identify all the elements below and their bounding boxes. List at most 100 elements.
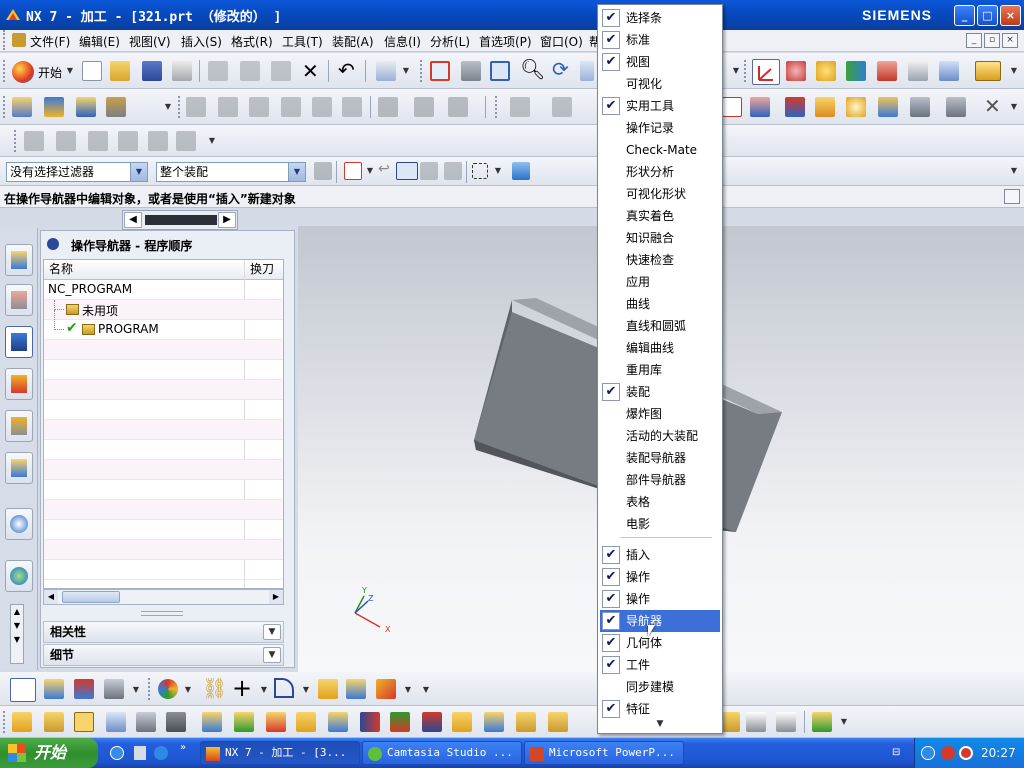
toolbar-grip[interactable] <box>744 60 748 82</box>
scroll-right-icon[interactable]: ▶ <box>218 212 236 228</box>
datum-csys-icon[interactable] <box>786 61 806 81</box>
feeds-speeds-icon[interactable] <box>722 97 742 117</box>
program-order-view-icon[interactable] <box>186 97 206 117</box>
linked-geometry-icon[interactable] <box>74 679 94 699</box>
sketch-curve-icon[interactable] <box>274 678 294 698</box>
table-row[interactable]: ✔ PROGRAM <box>44 310 283 340</box>
pin-icon[interactable] <box>47 238 59 250</box>
bottom-toolbar-overflow-arrow[interactable]: ▼ <box>418 680 434 700</box>
task-nx[interactable]: NX 7 - 加工 - [3... <box>200 741 360 765</box>
minimize-button[interactable]: _ <box>954 5 975 26</box>
menu-assembly[interactable]: 装配(A) <box>332 33 374 50</box>
select-edge-icon[interactable] <box>444 162 462 180</box>
edge-blend-icon[interactable] <box>296 712 316 732</box>
mdi-close-button[interactable]: × <box>1002 33 1018 48</box>
shell-icon[interactable] <box>484 712 504 732</box>
toolbar-grip[interactable] <box>3 60 7 82</box>
menu-item-toolbar[interactable]: 可视化 <box>600 73 720 95</box>
clsf-icon[interactable] <box>946 97 966 117</box>
pad-icon[interactable] <box>166 712 186 732</box>
chevron-down-icon[interactable]: ▼ <box>263 647 281 663</box>
measure-distance-icon[interactable] <box>975 61 1001 81</box>
boss-icon[interactable] <box>106 712 126 732</box>
menu-insert[interactable]: 插入(S) <box>181 33 222 50</box>
create-method-icon[interactable] <box>106 97 126 117</box>
unite-icon[interactable] <box>202 712 222 732</box>
assembly-cut-icon[interactable] <box>44 679 64 699</box>
tray-camtasia-icon[interactable] <box>959 746 973 760</box>
feature-group-icon[interactable] <box>10 678 36 702</box>
mirror-feature-icon[interactable] <box>548 712 568 732</box>
curve-dropdown-arrow[interactable]: ▼ <box>298 680 314 700</box>
scroll-right-icon[interactable]: ▶ <box>269 590 283 604</box>
show-ipw-icon[interactable] <box>88 131 108 151</box>
kinematics-icon[interactable] <box>846 97 866 117</box>
cut-icon[interactable] <box>208 61 228 81</box>
menu-item-toolbar[interactable]: 部件导航器 <box>600 469 720 491</box>
machining-method-view-icon[interactable] <box>281 97 301 117</box>
command-finder-dropdown[interactable]: ▼ <box>398 61 414 81</box>
tray-back-icon[interactable] <box>921 746 935 760</box>
task-camtasia[interactable]: Camtasia Studio ... <box>362 741 522 765</box>
blend-icon[interactable] <box>376 679 396 699</box>
media-quicklaunch-icon[interactable] <box>154 746 168 760</box>
menu-item-toolbar[interactable]: ✔ 实用工具 <box>600 95 720 117</box>
menu-item-toolbar[interactable]: Check-Mate <box>600 139 720 161</box>
toolbar-grip[interactable] <box>178 96 182 118</box>
plane-icon[interactable] <box>877 61 897 81</box>
point-icon[interactable] <box>816 61 836 81</box>
snap-dropdown-arrow[interactable]: ▼ <box>362 162 378 180</box>
machine-tool-tab[interactable] <box>5 452 33 484</box>
menu-item-toolbar[interactable]: ✔ 选择条 <box>600 7 720 29</box>
view-dropdown-arrow[interactable]: ▼ <box>728 61 744 81</box>
menu-item-toolbar[interactable]: ✔ 导航器 <box>600 610 720 632</box>
delete-operation-icon[interactable]: ✕ <box>984 95 1001 117</box>
vector-icon[interactable] <box>846 61 866 81</box>
display-dropdown-arrow[interactable]: ▼ <box>180 680 196 700</box>
offset-face-icon[interactable] <box>422 712 442 732</box>
thicken-icon[interactable] <box>720 712 740 732</box>
web-browser-tab[interactable] <box>5 560 33 592</box>
link-icon[interactable]: ⛓ <box>202 676 227 700</box>
shop-docs-icon[interactable] <box>448 97 468 117</box>
menu-tools[interactable]: 工具(T) <box>282 33 323 50</box>
command-finder-icon[interactable] <box>376 61 396 81</box>
menubar-grip[interactable] <box>3 30 7 50</box>
toolbar-grip[interactable] <box>14 130 18 152</box>
select-previous-icon[interactable]: ↩ <box>378 161 390 177</box>
menu-item-toolbar[interactable]: ✔ 几何体 <box>600 632 720 654</box>
toolbar-grip[interactable] <box>3 96 7 118</box>
menu-analysis[interactable]: 分析(L) <box>430 33 470 50</box>
desktop-quicklaunch-icon[interactable] <box>134 746 146 760</box>
toolbar-grip[interactable] <box>148 678 152 700</box>
scroll-left-icon[interactable]: ◀ <box>124 212 142 228</box>
transform-object-icon[interactable] <box>552 97 572 117</box>
splitter-handle[interactable] <box>141 611 183 616</box>
machine-tool-view-icon[interactable] <box>218 97 238 117</box>
extrude-icon[interactable] <box>318 679 338 699</box>
show-2d-workpiece-icon[interactable] <box>24 131 44 151</box>
extract-geometry-icon[interactable] <box>812 712 832 732</box>
subtract-icon[interactable] <box>234 712 254 732</box>
scroller-thumb[interactable] <box>145 215 217 225</box>
maximize-button[interactable]: □ <box>977 5 998 26</box>
wcs-orient-icon[interactable] <box>752 59 780 85</box>
edit-object-icon[interactable] <box>510 97 530 117</box>
select-feature-icon[interactable] <box>396 162 418 180</box>
machine-navigator-tab[interactable] <box>5 368 33 400</box>
open-folder-icon[interactable] <box>110 61 130 81</box>
menu-item-toolbar[interactable]: 形状分析 <box>600 161 720 183</box>
quicklaunch-more-icon[interactable]: » <box>180 742 186 753</box>
menu-information[interactable]: 信息(I) <box>384 33 421 50</box>
menu-scroll-down-icon[interactable]: ▼ <box>600 717 720 731</box>
menu-item-toolbar[interactable]: 同步建模 <box>600 676 720 698</box>
type-filter-combo[interactable]: 没有选择过滤器 ▼ <box>6 162 148 182</box>
tool-path-list-icon[interactable] <box>878 97 898 117</box>
zoom-window-icon[interactable] <box>490 61 510 81</box>
menu-item-toolbar[interactable]: 爆炸图 <box>600 403 720 425</box>
scrollbar-thumb[interactable] <box>62 591 120 603</box>
language-bar-icon[interactable]: ⊟ <box>892 747 900 758</box>
menu-preferences[interactable]: 首选项(P) <box>479 33 532 50</box>
save-icon[interactable] <box>142 61 162 81</box>
menu-item-toolbar[interactable]: ✔ 视图 <box>600 51 720 73</box>
